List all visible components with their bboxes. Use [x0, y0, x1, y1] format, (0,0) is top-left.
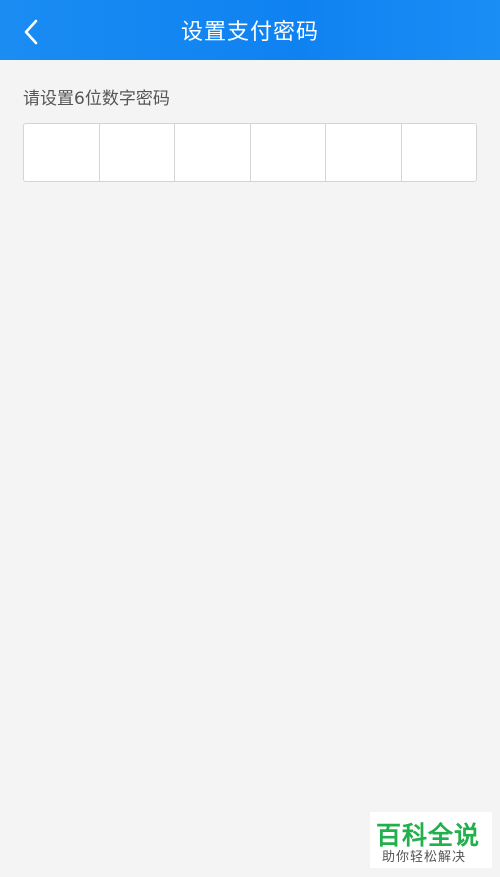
pin-digit-box[interactable]	[100, 124, 175, 181]
watermark-logo: 百科全说 助你轻松解决	[370, 812, 492, 868]
pin-digit-box[interactable]	[175, 124, 251, 181]
page-title: 设置支付密码	[180, 20, 319, 45]
pin-digit-box[interactable]	[24, 124, 100, 181]
pin-input[interactable]	[23, 123, 477, 182]
pin-digit-box[interactable]	[402, 124, 477, 181]
pin-digit-box[interactable]	[251, 124, 326, 181]
pin-digit-box[interactable]	[326, 124, 402, 181]
header-bar: 设置支付密码	[0, 0, 500, 60]
pin-prompt: 请设置6位数字密码	[23, 89, 170, 109]
watermark-subtitle: 助你轻松解决	[382, 850, 467, 865]
